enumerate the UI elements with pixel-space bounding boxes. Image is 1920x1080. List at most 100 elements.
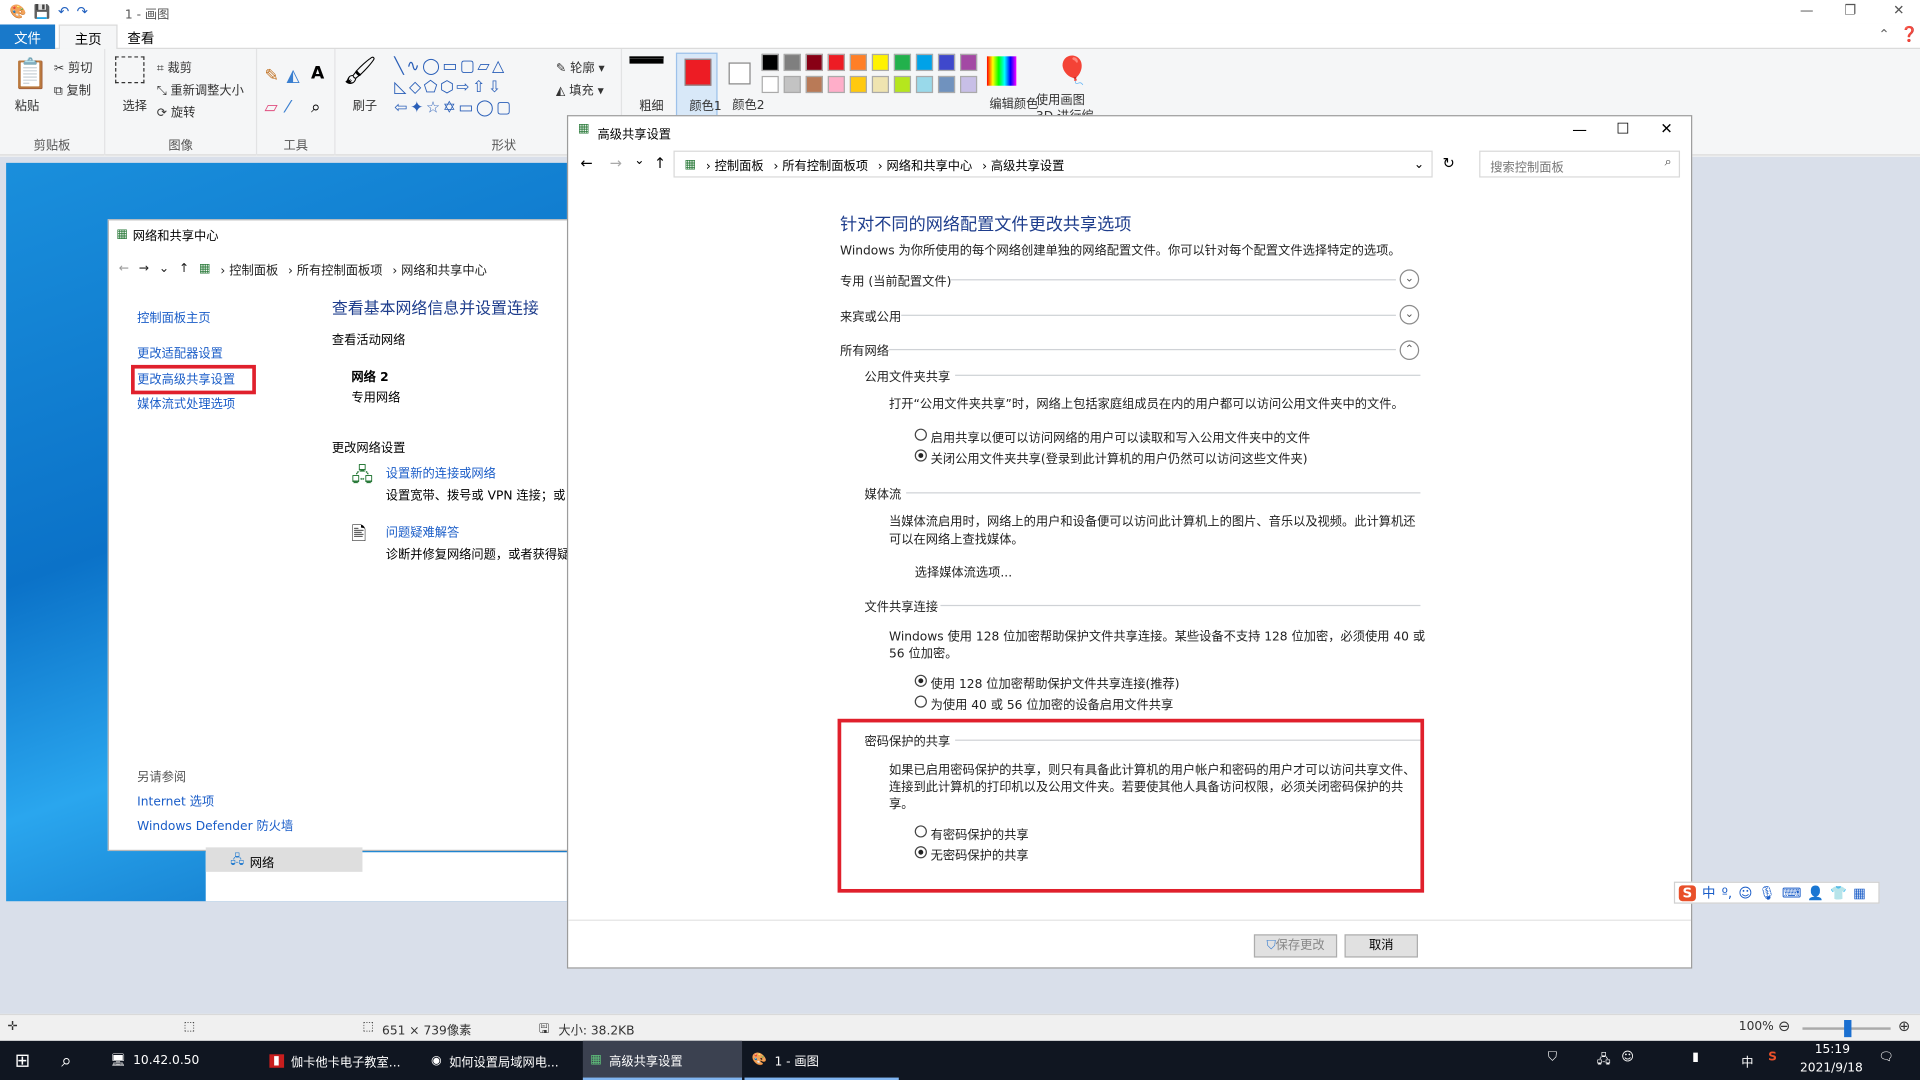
tab-file[interactable]: 文件 <box>0 24 56 49</box>
size-button[interactable]: 粗细 <box>639 96 663 113</box>
paste-button[interactable]: 粘贴 <box>15 96 39 113</box>
encryption-128-radio[interactable] <box>914 674 927 687</box>
edit-colors-icon[interactable] <box>986 56 1017 86</box>
classroom-tray-icon[interactable]: ▮ <box>1692 1051 1699 1064</box>
edit-colors-button[interactable]: 编辑颜色 <box>989 93 1038 111</box>
palette-swatch[interactable] <box>937 75 956 94</box>
user-icon[interactable]: 👤 <box>1807 885 1824 901</box>
taskbar-item-advanced-sharing[interactable]: ▦ 高级共享设置 <box>582 1040 743 1080</box>
encryption-40-56-label[interactable]: 为使用 40 或 56 位加密的设备启用文件共享 <box>931 694 1174 712</box>
rotate-button[interactable]: ⟳ 旋转 <box>157 102 196 120</box>
encryption-128-label[interactable]: 使用 128 位加密帮助保护文件共享连接(推荐) <box>931 673 1180 691</box>
network-tray-icon[interactable]: 🖧 <box>1597 1051 1611 1072</box>
select-icon[interactable] <box>115 56 145 84</box>
input-lang-indicator[interactable]: 中 <box>1741 1052 1753 1070</box>
minimize-icon[interactable]: — <box>1572 121 1587 138</box>
cancel-button[interactable]: 取消 <box>1344 934 1418 958</box>
breadcrumb-item[interactable]: › 网络和共享中心 <box>392 259 487 277</box>
taskbar-item-paint[interactable]: 🎨 1 - 画图 <box>744 1041 899 1080</box>
troubleshoot-link[interactable]: 问题疑难解答 <box>386 522 459 540</box>
select-button[interactable]: 选择 <box>122 96 146 113</box>
color2-button[interactable]: 颜色2 <box>722 53 765 122</box>
paint3d-icon[interactable]: 🎈 <box>1056 56 1090 87</box>
close-icon[interactable]: ✕ <box>1660 120 1672 137</box>
profile-all-label[interactable]: 所有网络 <box>840 340 889 358</box>
text-tool-icon[interactable]: A <box>311 64 324 84</box>
resize-button[interactable]: ⤡ 重新调整大小 <box>157 80 244 97</box>
nav-change-adapter-settings[interactable]: 更改适配器设置 <box>137 343 223 361</box>
setup-connection-link[interactable]: 设置新的连接或网络 <box>386 463 496 481</box>
nav-media-streaming-options[interactable]: 媒体流式处理选项 <box>137 393 235 411</box>
palette-swatch[interactable] <box>805 75 823 94</box>
clock-time[interactable]: 15:19 <box>1815 1043 1850 1056</box>
palette-swatch[interactable] <box>871 75 889 94</box>
cut-button[interactable]: ✂ 剪切 <box>54 58 93 75</box>
outline-button[interactable]: ✎ 轮廓 ▾ <box>556 58 605 75</box>
profile-guest-label[interactable]: 来宾或公用 <box>840 306 901 324</box>
emoji-icon[interactable]: ☺ <box>1738 885 1752 901</box>
recent-chevron-icon[interactable]: ⌄ <box>634 154 644 167</box>
taskbar-item-remote[interactable]: 🖥 10.42.0.50 <box>103 1041 255 1080</box>
tree-item-network[interactable]: 🖧 网络 <box>205 847 363 872</box>
ribbon-collapse-icon[interactable]: ⌃ <box>1878 27 1889 43</box>
media-options-link[interactable]: 选择媒体流选项... <box>915 562 1012 580</box>
zoom-in-icon[interactable]: ⊕ <box>1898 1018 1910 1035</box>
search-icon[interactable]: ⌕ <box>61 1049 71 1071</box>
forward-arrow-icon[interactable]: → <box>610 154 622 171</box>
palette-swatch[interactable] <box>783 53 801 72</box>
profile-private-label[interactable]: 专用 (当前配置文件) <box>840 271 951 289</box>
help-icon[interactable]: ❓ <box>1900 26 1918 43</box>
encryption-40-56-radio[interactable] <box>914 695 927 708</box>
search-input[interactable]: 搜索控制面板 ⌕ <box>1479 150 1681 178</box>
breadcrumb-item[interactable]: › 高级共享设置 <box>982 155 1064 173</box>
zoom-slider[interactable] <box>1802 1020 1891 1038</box>
tab-view[interactable]: 查看 <box>113 24 169 48</box>
ime-lang-toggle[interactable]: 中 <box>1702 883 1715 903</box>
palette-swatch[interactable] <box>805 53 823 72</box>
sogou-logo-icon[interactable]: S <box>1678 884 1696 901</box>
collapse-all-icon[interactable]: ⌃ <box>1399 340 1420 361</box>
public-folder-off-label[interactable]: 关闭公用文件夹共享(登录到此计算机的用户仍然可以访问这些文件夹) <box>931 448 1308 466</box>
color-picker-icon[interactable]: ⁄ <box>287 98 290 118</box>
palette-swatch[interactable] <box>937 53 956 72</box>
paste-icon[interactable]: 📋 <box>12 56 49 90</box>
expand-guest-icon[interactable]: ⌄ <box>1399 304 1420 325</box>
brush-button[interactable]: 刷子 <box>353 96 377 113</box>
voice-icon[interactable]: 🎙 <box>1758 885 1775 901</box>
public-folder-off-radio[interactable] <box>914 449 927 462</box>
wechat-tray-icon[interactable]: ☺ <box>1621 1051 1634 1064</box>
breadcrumb-item[interactable]: › 所有控制面板项 <box>288 259 383 277</box>
magnifier-icon[interactable]: ⌕ <box>311 98 321 118</box>
breadcrumb-item[interactable]: › 控制面板 <box>706 155 764 173</box>
shield-tray-icon[interactable]: ⛉ <box>1548 1051 1557 1064</box>
palette-swatch[interactable] <box>960 53 978 72</box>
skin-icon[interactable]: 👕 <box>1830 885 1847 901</box>
brush-icon[interactable]: 🖌 <box>343 56 377 87</box>
minimize-icon[interactable]: — <box>1800 2 1813 18</box>
palette-swatch[interactable] <box>893 75 912 94</box>
restore-icon[interactable]: ❐ <box>1844 2 1856 18</box>
palette-swatch[interactable] <box>761 53 779 72</box>
nav-control-panel-home[interactable]: 控制面板主页 <box>137 307 210 325</box>
palette-swatch[interactable] <box>783 75 801 94</box>
palette-swatch[interactable] <box>915 75 934 94</box>
public-folder-on-label[interactable]: 启用共享以便可以访问网络的用户可以读取和写入公用文件夹中的文件 <box>931 427 1311 445</box>
save-icon[interactable]: 💾 <box>34 4 51 20</box>
palette-swatch[interactable] <box>893 53 912 72</box>
palette-swatch[interactable] <box>827 75 845 94</box>
zoom-slider-thumb[interactable] <box>1844 1020 1852 1038</box>
palette-swatch[interactable] <box>871 53 889 72</box>
palette-swatch[interactable] <box>761 75 779 94</box>
up-arrow-icon[interactable]: ↑ <box>179 261 189 274</box>
save-changes-button[interactable]: ⛉保存更改 <box>1253 934 1338 958</box>
tab-home[interactable]: 主页 <box>58 24 118 49</box>
line-size-icon[interactable] <box>629 56 664 85</box>
sogou-tray-icon[interactable]: S <box>1768 1051 1777 1064</box>
up-arrow-icon[interactable]: ↑ <box>654 154 666 171</box>
breadcrumb-item[interactable]: › 所有控制面板项 <box>773 155 868 173</box>
forward-arrow-icon[interactable]: → <box>139 261 149 274</box>
palette-swatch[interactable] <box>849 75 867 94</box>
back-arrow-icon[interactable]: ← <box>119 261 129 274</box>
keyboard-icon[interactable]: ⌨ <box>1782 885 1801 901</box>
expand-private-icon[interactable]: ⌄ <box>1399 269 1420 289</box>
